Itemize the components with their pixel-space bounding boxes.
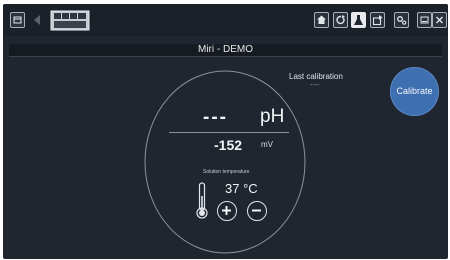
- last-calibration-label: Last calibration: [289, 72, 343, 81]
- refresh-icon: [336, 15, 345, 25]
- calibrate-button-label: Calibrate: [396, 86, 433, 96]
- calibrate-button[interactable]: Calibrate: [390, 67, 439, 116]
- gauge-ring: [144, 70, 306, 254]
- export-icon: [372, 15, 383, 26]
- temperature-decrease-button[interactable]: [247, 201, 267, 221]
- minimize-icon: [420, 16, 429, 24]
- ph-value: ---: [203, 107, 228, 128]
- temperature-increase-button[interactable]: [217, 201, 237, 221]
- mv-value: -152: [214, 137, 243, 153]
- settings-icon: [397, 16, 407, 25]
- close-icon: [436, 16, 443, 24]
- toolbar: [3, 4, 448, 36]
- minus-icon: [252, 209, 261, 212]
- app-window: Miri - DEMO --- pH -152 mV Solution temp…: [3, 4, 448, 259]
- home-icon: [317, 15, 326, 24]
- minimize-button[interactable]: [417, 12, 432, 28]
- ph-unit: pH: [260, 106, 285, 127]
- page-title: Miri - DEMO: [198, 44, 253, 55]
- mv-unit: mV: [261, 140, 273, 149]
- temperature-value: 37 °C: [225, 181, 258, 196]
- temperature-label: Solution temperature: [203, 169, 250, 175]
- back-arrow-icon: [34, 15, 40, 25]
- measurement-button[interactable]: [351, 12, 366, 28]
- home-button[interactable]: [314, 12, 329, 28]
- settings-button[interactable]: [394, 12, 409, 28]
- back-button[interactable]: [30, 12, 45, 28]
- thermometer-icon: [196, 182, 208, 219]
- title-divider: [9, 56, 442, 57]
- device-thumbnail-icon: [50, 10, 90, 31]
- title-bar: Miri - DEMO: [9, 44, 442, 56]
- window-restore-icon: [13, 16, 22, 24]
- close-button[interactable]: [432, 12, 447, 28]
- device-thumbnail[interactable]: [50, 10, 90, 31]
- plus-icon: [222, 206, 231, 215]
- flask-icon: [354, 15, 363, 25]
- last-calibration-value: ----: [310, 82, 320, 89]
- export-button[interactable]: [370, 12, 385, 28]
- gauge-divider: [169, 132, 289, 133]
- refresh-button[interactable]: [333, 12, 348, 28]
- window-restore-button[interactable]: [10, 12, 25, 28]
